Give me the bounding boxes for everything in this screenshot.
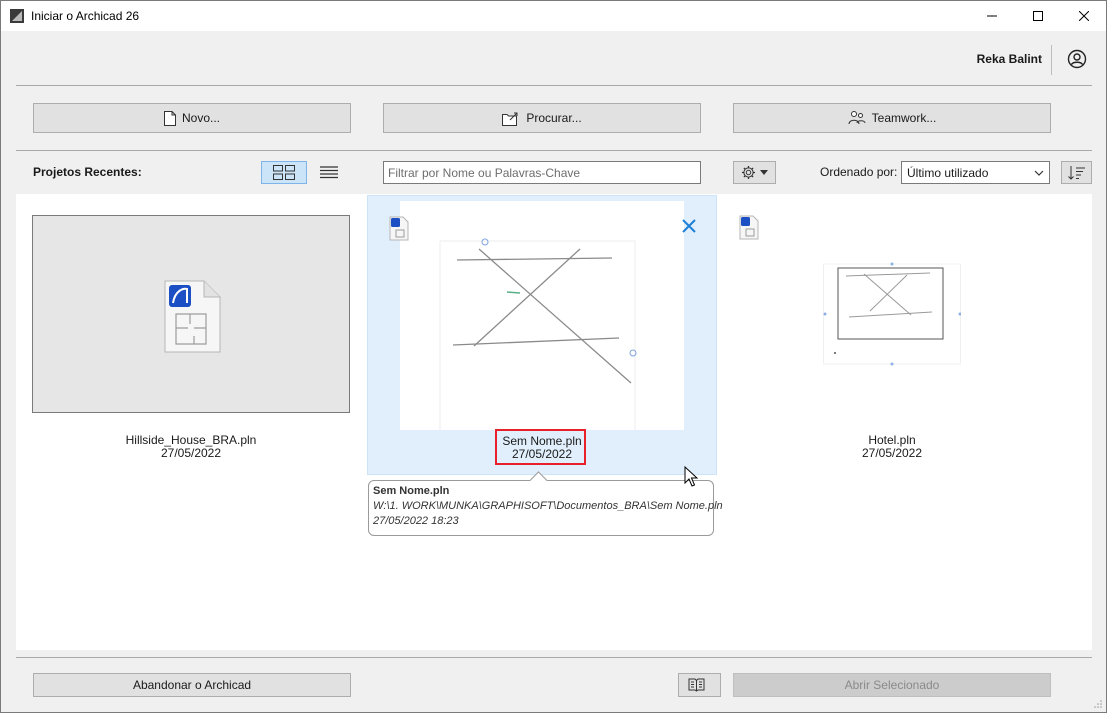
archicad-file-icon	[739, 215, 759, 240]
project-date: 27/05/2022	[160, 446, 222, 460]
minimize-icon	[987, 15, 997, 17]
filter-input[interactable]	[383, 161, 701, 184]
divider	[16, 657, 1092, 658]
start-dialog: Iniciar o Archicad 26 Reka Balint Novo..…	[0, 0, 1107, 713]
title-bar: Iniciar o Archicad 26	[1, 1, 1106, 31]
project-date: 27/05/2022	[861, 446, 923, 460]
user-circle-icon[interactable]	[1067, 49, 1087, 69]
browse-button-label: Procurar...	[526, 111, 582, 125]
gear-icon	[742, 166, 755, 179]
book-icon	[688, 678, 705, 692]
divider	[16, 85, 1092, 86]
resize-grip-icon[interactable]	[1093, 699, 1103, 709]
teamwork-button-label: Teamwork...	[871, 111, 937, 125]
teamwork-button[interactable]: Teamwork...	[733, 103, 1051, 133]
recent-projects-area: Hillside_House_BRA.pln 27/05/2022 Sem No…	[16, 194, 1092, 650]
archicad-logo-icon	[10, 9, 24, 23]
sort-order-icon	[1067, 165, 1085, 180]
archicad-file-icon	[164, 280, 221, 353]
user-divider	[1051, 45, 1052, 75]
grid-view-button[interactable]	[261, 161, 307, 184]
project-tooltip: Sem Nome.pln W:\1. WORK\MUNKA\GRAPHISOFT…	[368, 471, 723, 536]
project-name: Hillside_House_BRA.pln	[125, 433, 257, 447]
list-view-icon	[320, 166, 338, 179]
user-name: Reka Balint	[976, 52, 1042, 66]
new-button[interactable]: Novo...	[33, 103, 351, 133]
project-thumbnail	[400, 201, 684, 430]
project-thumbnail	[823, 262, 962, 366]
teamwork-icon	[848, 111, 866, 125]
project-card-hillside[interactable]: Hillside_House_BRA.pln 27/05/2022	[16, 194, 366, 474]
dropdown-arrow-icon	[760, 170, 768, 175]
chevron-down-icon	[1034, 170, 1044, 176]
mouse-cursor-icon	[684, 466, 698, 487]
tooltip-timestamp: 27/05/2022 18:23	[373, 515, 459, 527]
remove-from-list-icon[interactable]	[682, 219, 696, 233]
maximize-icon	[1033, 11, 1043, 21]
sort-select[interactable]: Último utilizado	[901, 161, 1050, 184]
sort-label: Ordenado por:	[820, 165, 898, 179]
new-button-label: Novo...	[181, 111, 220, 125]
open-selected-label: Abrir Selecionado	[844, 678, 940, 692]
browse-button[interactable]: Procurar...	[383, 103, 701, 133]
floor-plan-preview	[823, 262, 962, 366]
close-button[interactable]	[1061, 1, 1106, 31]
maximize-button[interactable]	[1015, 1, 1061, 31]
project-name: Hotel.pln	[868, 433, 916, 447]
quit-button[interactable]: Abandonar o Archicad	[33, 673, 351, 697]
window-title: Iniciar o Archicad 26	[31, 9, 140, 23]
recent-projects-label: Projetos Recentes:	[33, 165, 142, 179]
sort-order-button[interactable]	[1061, 161, 1092, 184]
floor-plan-preview	[439, 238, 637, 430]
minimize-button[interactable]	[969, 1, 1015, 31]
open-selected-button[interactable]: Abrir Selecionado	[733, 673, 1051, 697]
archicad-file-icon	[389, 216, 409, 241]
name-highlight-box	[495, 429, 586, 465]
sort-value: Último utilizado	[907, 165, 989, 180]
settings-menu-button[interactable]	[733, 161, 776, 184]
list-view-button[interactable]	[315, 161, 343, 184]
close-icon	[1079, 11, 1089, 21]
quit-button-label: Abandonar o Archicad	[132, 678, 252, 692]
new-document-icon	[163, 110, 176, 126]
project-card-sem-nome[interactable]: Sem Nome.pln 27/05/2022	[367, 195, 717, 475]
project-thumbnail	[32, 215, 350, 413]
project-card-hotel[interactable]: Hotel.pln 27/05/2022	[717, 194, 1067, 474]
tooltip-path: W:\1. WORK\MUNKA\GRAPHISOFT\Documentos_B…	[373, 500, 723, 512]
open-folder-icon	[502, 112, 518, 126]
book-button[interactable]	[678, 673, 721, 697]
grid-view-icon	[273, 165, 295, 180]
divider	[16, 150, 1092, 151]
